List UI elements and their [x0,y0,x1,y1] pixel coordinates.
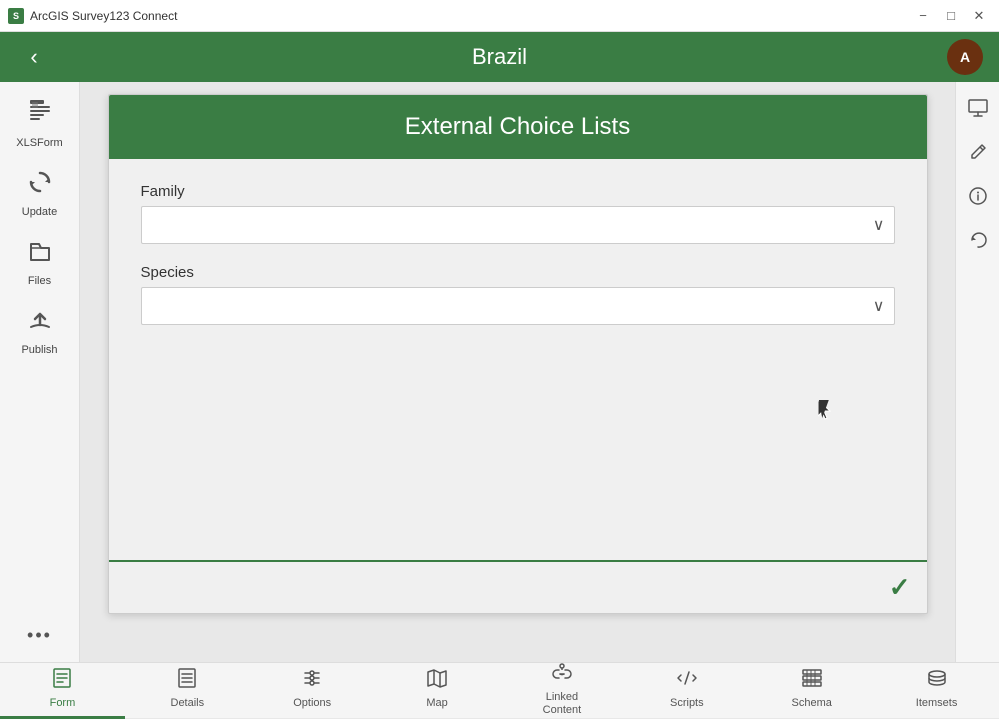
family-group: Family ∨ [141,183,895,244]
sidebar-item-files-label: Files [28,275,51,287]
title-bar-controls: − □ ✕ [911,4,991,28]
tab-bar: Form Details Options Map [0,662,999,718]
sidebar-item-update-label: Update [22,206,57,218]
back-button[interactable]: ‹ [16,39,52,75]
external-choice-lists-dialog: External Choice Lists Family ∨ Species [108,94,928,614]
species-dropdown[interactable] [141,287,895,325]
map-tab-icon [426,667,448,695]
tab-options-label: Options [293,697,331,710]
species-dropdown-wrapper: ∨ [141,287,895,325]
options-tab-icon [301,667,323,695]
right-actions [955,82,999,662]
sidebar-item-publish-label: Publish [21,344,57,356]
page-title: Brazil [52,44,947,70]
confirm-button[interactable]: ✓ [889,572,911,603]
dialog-header: External Choice Lists [109,95,927,159]
app-title: ArcGIS Survey123 Connect [30,9,177,23]
sidebar-item-publish[interactable]: Publish [4,299,76,364]
main-layout: XLSForm Update Files [0,82,999,662]
tab-scripts-label: Scripts [670,697,704,710]
tab-map-label: Map [426,697,447,710]
tab-scripts[interactable]: Scripts [624,663,749,719]
tab-form[interactable]: Form [0,663,125,719]
content-area: External Choice Lists Family ∨ Species [80,82,955,662]
species-group: Species ∨ [141,264,895,325]
family-label: Family [141,183,895,200]
monitor-icon [967,97,989,119]
sidebar-item-xlsform[interactable]: XLSForm [4,90,76,157]
pencil-icon [967,141,989,163]
species-label: Species [141,264,895,281]
undo-icon [967,229,989,251]
dialog-footer: ✓ [109,560,927,613]
tab-linked-content[interactable]: LinkedContent [500,663,625,719]
preview-button[interactable] [960,90,996,126]
maximize-button[interactable]: □ [939,4,963,28]
publish-icon [27,307,53,340]
close-button[interactable]: ✕ [967,4,991,28]
tab-form-label: Form [50,697,76,710]
info-icon [967,185,989,207]
dialog-title: External Choice Lists [133,113,903,141]
tab-map[interactable]: Map [375,663,500,719]
tab-schema[interactable]: Schema [749,663,874,719]
tab-details[interactable]: Details [125,663,250,719]
title-bar-left: S ArcGIS Survey123 Connect [8,8,177,24]
details-tab-icon [176,667,198,695]
sidebar: XLSForm Update Files [0,82,80,662]
tab-itemsets[interactable]: Itemsets [874,663,999,719]
info-button[interactable] [960,178,996,214]
linked-content-tab-icon [551,661,573,689]
dialog-body: Family ∨ Species ∨ [109,159,927,560]
title-bar: S ArcGIS Survey123 Connect − □ ✕ [0,0,999,32]
files-icon [27,238,53,271]
sidebar-item-xlsform-label: XLSForm [16,137,62,149]
tab-itemsets-label: Itemsets [916,697,958,710]
tab-schema-label: Schema [792,697,832,710]
app-header: ‹ Brazil A [0,32,999,82]
minimize-button[interactable]: − [911,4,935,28]
xlsform-icon [26,98,54,133]
sidebar-item-update[interactable]: Update [4,161,76,226]
sidebar-item-files[interactable]: Files [4,230,76,295]
tab-details-label: Details [171,697,205,710]
tab-linked-content-label: LinkedContent [543,691,582,717]
family-dropdown[interactable] [141,206,895,244]
update-icon [27,169,53,202]
scripts-tab-icon [676,667,698,695]
edit-button[interactable] [960,134,996,170]
family-dropdown-wrapper: ∨ [141,206,895,244]
schema-tab-icon [801,667,823,695]
tab-options[interactable]: Options [250,663,375,719]
form-tab-icon [51,667,73,695]
sidebar-more[interactable]: ••• [19,617,60,654]
undo-button[interactable] [960,222,996,258]
itemsets-tab-icon [926,667,948,695]
avatar[interactable]: A [947,39,983,75]
app-icon: S [8,8,24,24]
